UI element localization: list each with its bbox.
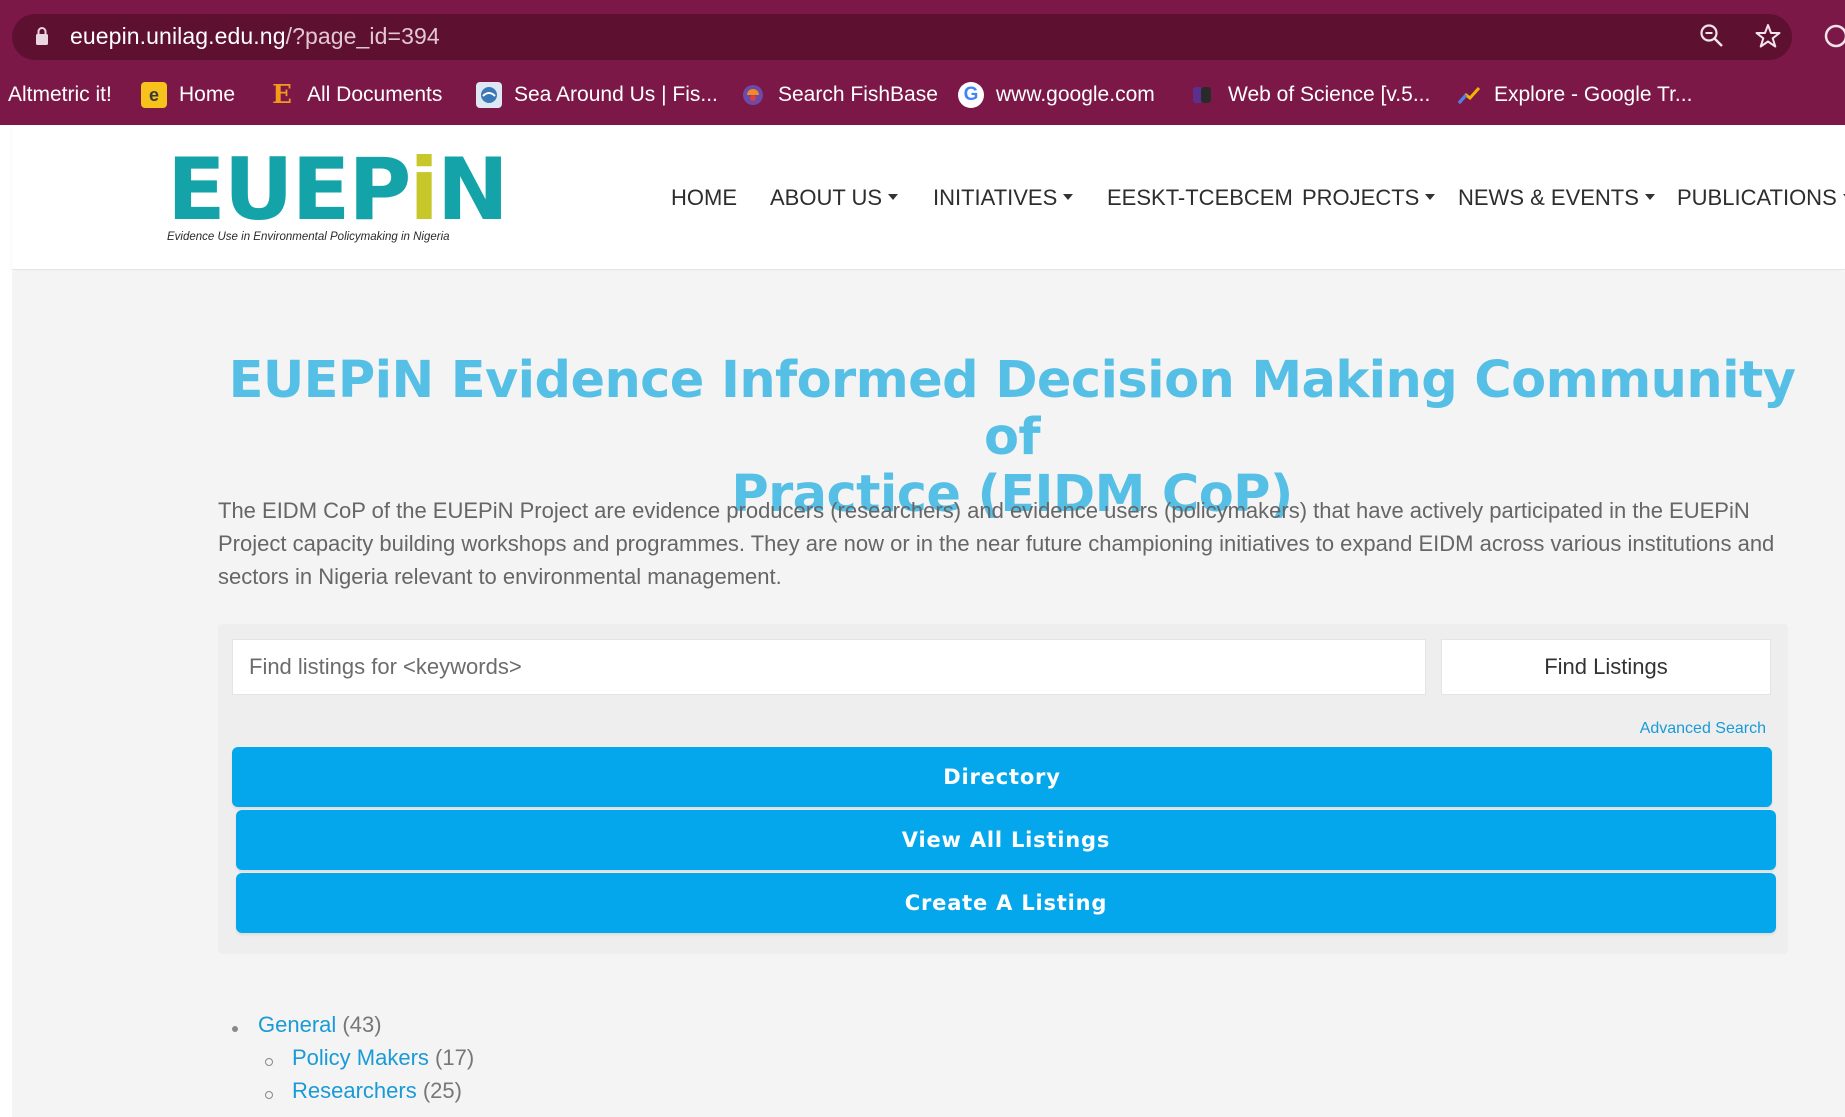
category-count: (25) xyxy=(422,1078,462,1103)
search-input[interactable] xyxy=(232,639,1426,695)
e-documents-icon: E xyxy=(272,80,292,110)
bookmark-google[interactable]: G www.google.com xyxy=(958,80,1155,110)
e-home-icon: e xyxy=(141,82,167,108)
category-link-general[interactable]: General xyxy=(258,1012,336,1037)
zoom-icon[interactable] xyxy=(1698,22,1726,50)
web-of-science-icon xyxy=(1190,82,1216,108)
google-trends-icon xyxy=(1456,82,1482,108)
bookmark-google-trends[interactable]: Explore - Google Tr... xyxy=(1456,80,1692,110)
caret-down-icon xyxy=(1063,194,1074,201)
url-text[interactable]: euepin.unilag.edu.ng/?page_id=394 xyxy=(70,23,440,50)
nav-about-us[interactable]: ABOUT US xyxy=(770,185,899,211)
url-host: euepin.unilag.edu.ng xyxy=(70,23,286,49)
main-content: EUEPiN Evidence Informed Decision Making… xyxy=(12,272,1845,1117)
advanced-search-link[interactable]: Advanced Search xyxy=(1640,720,1766,738)
browser-chrome: euepin.unilag.edu.ng/?page_id=394 Altmet… xyxy=(0,0,1845,125)
bookmark-sea-around-us[interactable]: Sea Around Us | Fis... xyxy=(476,80,718,110)
logo-tagline: Evidence Use in Environmental Policymaki… xyxy=(167,231,450,243)
google-icon: G xyxy=(958,82,984,108)
bookmark-all-documents[interactable]: E All Documents xyxy=(269,80,442,110)
bookmark-label: All Documents xyxy=(307,83,443,106)
fishbase-icon xyxy=(740,82,766,108)
bullet-icon xyxy=(265,1091,273,1099)
nav-initiatives[interactable]: INITIATIVES xyxy=(933,185,1074,211)
lock-icon xyxy=(36,27,48,45)
bookmark-label: Explore - Google Tr... xyxy=(1494,83,1693,106)
bookmark-label: Search FishBase xyxy=(778,83,938,106)
find-listings-button[interactable]: Find Listings xyxy=(1441,639,1771,695)
bookmark-label: www.google.com xyxy=(996,83,1155,106)
bookmark-home[interactable]: e Home xyxy=(141,80,235,110)
bookmark-label: Web of Science [v.5... xyxy=(1228,83,1431,106)
bookmark-label: Home xyxy=(179,83,236,106)
sea-around-us-icon xyxy=(476,82,502,108)
category-researchers: Researchers (25) xyxy=(292,1078,462,1104)
bookmark-fishbase[interactable]: Search FishBase xyxy=(740,80,938,110)
view-all-listings-button[interactable]: View All Listings xyxy=(236,810,1776,870)
nav-projects[interactable]: PROJECTS xyxy=(1302,185,1436,211)
caret-down-icon xyxy=(1425,194,1436,201)
nav-eeskt-tcebcem[interactable]: EESKT-TCEBCEM xyxy=(1107,185,1293,211)
caret-down-icon xyxy=(1644,194,1655,201)
bookmark-altmetric[interactable]: Altmetric it! xyxy=(8,80,112,110)
bullet-icon xyxy=(265,1058,273,1066)
category-general: General (43) xyxy=(258,1012,382,1038)
page-title-line-1: EUEPiN Evidence Informed Decision Making… xyxy=(228,351,1796,467)
category-link-researchers[interactable]: Researchers xyxy=(292,1078,417,1103)
category-count: (43) xyxy=(342,1012,382,1037)
category-link-policy-makers[interactable]: Policy Makers xyxy=(292,1045,429,1070)
category-count: (17) xyxy=(435,1045,475,1070)
bookmark-label: Altmetric it! xyxy=(8,83,112,106)
logo-wordmark: EUEPiN xyxy=(167,140,509,240)
site-logo[interactable]: EUEPiN Evidence Use in Environmental Pol… xyxy=(167,140,509,247)
bookmarks-bar: Altmetric it! e Home E All Documents Sea… xyxy=(0,74,1845,112)
bullet-icon xyxy=(232,1026,238,1032)
star-icon[interactable] xyxy=(1754,22,1782,50)
nav-publications[interactable]: PUBLICATIONS xyxy=(1677,185,1845,211)
category-policy-makers: Policy Makers (17) xyxy=(292,1045,474,1071)
nav-home[interactable]: HOME xyxy=(671,185,737,211)
profile-icon[interactable] xyxy=(1822,22,1845,50)
intro-paragraph: The EIDM CoP of the EUEPiN Project are e… xyxy=(218,498,1775,589)
search-panel: Find Listings Advanced Search Directory … xyxy=(218,624,1788,954)
bookmark-label: Sea Around Us | Fis... xyxy=(514,83,718,106)
nav-news-events[interactable]: NEWS & EVENTS xyxy=(1458,185,1655,211)
directory-button[interactable]: Directory xyxy=(232,747,1772,807)
create-listing-button[interactable]: Create A Listing xyxy=(236,873,1776,933)
url-path: /?page_id=394 xyxy=(285,23,440,49)
caret-down-icon xyxy=(888,194,899,201)
site-header: EUEPiN Evidence Use in Environmental Pol… xyxy=(12,125,1845,270)
bookmark-web-of-science[interactable]: Web of Science [v.5... xyxy=(1190,80,1430,110)
